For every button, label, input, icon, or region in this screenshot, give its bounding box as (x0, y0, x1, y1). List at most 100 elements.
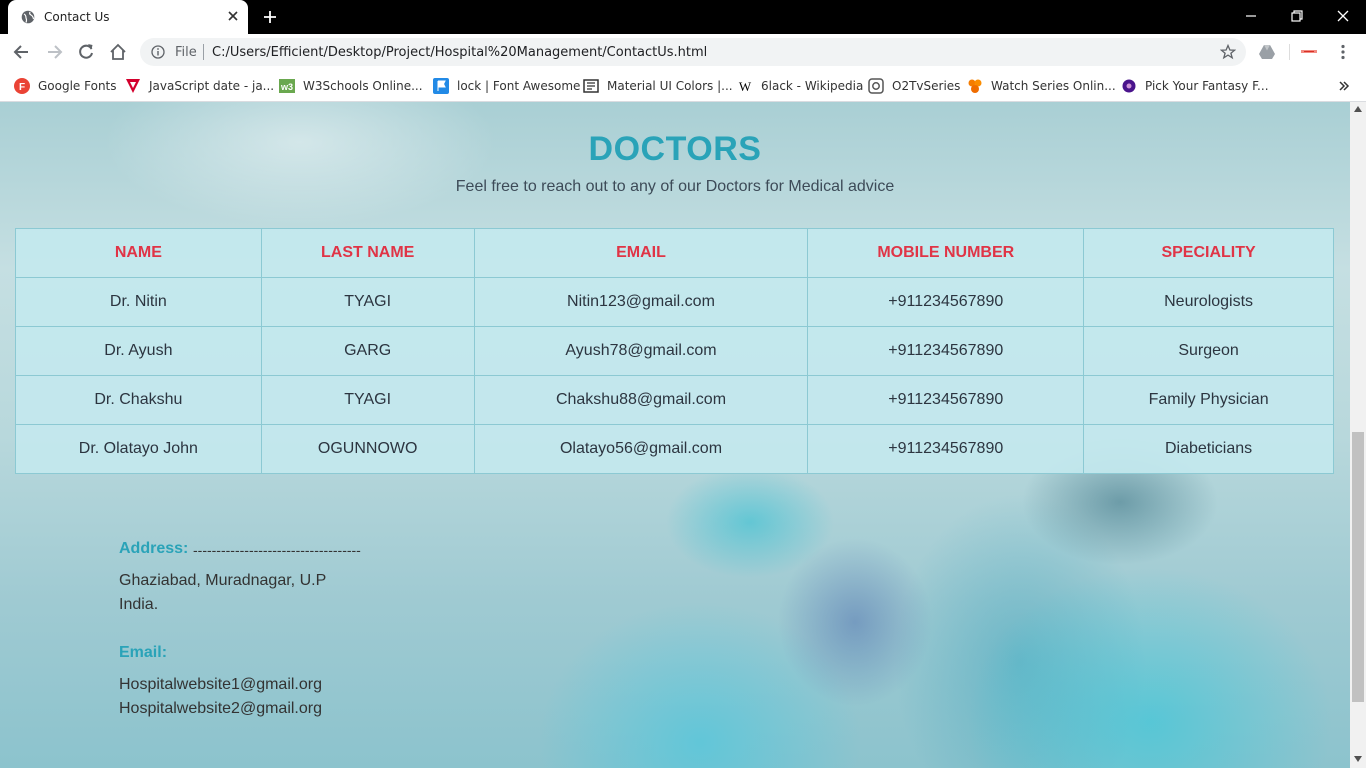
cell-name: Dr. Ayush (15, 326, 262, 376)
page-viewport: DOCTORS Feel free to reach out to any of… (0, 102, 1350, 768)
bookmark-label: O2TvSeries (892, 79, 961, 93)
cell-last-name: TYAGI (260, 375, 475, 425)
bookmark-google-fonts[interactable]: F Google Fonts (14, 76, 117, 96)
bookmark-star-icon[interactable] (1220, 44, 1236, 60)
column-header-mobile-number: MOBILE NUMBER (807, 228, 1085, 278)
cell-email: Olatayo56@gmail.com (473, 424, 809, 474)
email-address: Hospitalwebsite1@gmail.org (119, 676, 322, 693)
menu-icon[interactable] (1334, 43, 1352, 61)
cell-name: Dr. Chakshu (15, 375, 262, 425)
cell-email: Ayush78@gmail.com (473, 326, 809, 376)
browser-toolbar: File C:/Users/Efficient/Desktop/Project/… (0, 34, 1366, 70)
svg-text:W: W (739, 79, 752, 94)
address-line: Ghaziabad, Muradnagar, U.P (119, 572, 327, 589)
table-header-row: NAME LAST NAME EMAIL MOBILE NUMBER SPECI… (15, 228, 1334, 278)
bookmark-wikipedia[interactable]: W 6lack - Wikipedia (737, 76, 864, 96)
column-header-name: NAME (15, 228, 262, 278)
google-fonts-icon: F (14, 78, 30, 94)
bookmark-w3schools[interactable]: w3 W3Schools Online... (279, 76, 423, 96)
cell-speciality: Surgeon (1083, 326, 1334, 376)
scrollbar-thumb[interactable] (1352, 432, 1364, 702)
bookmark-pick-your-fantasy[interactable]: Pick Your Fantasy F... (1121, 76, 1269, 96)
email-address: Hospitalwebsite2@gmail.org (119, 700, 322, 717)
table-row: Dr. Ayush GARG Ayush78@gmail.com +911234… (15, 326, 1334, 376)
column-header-speciality: SPECIALITY (1083, 228, 1334, 278)
scroll-down-arrow-icon[interactable] (1354, 756, 1362, 762)
cell-mobile-number: +911234567890 (807, 424, 1085, 474)
restore-icon[interactable] (1286, 6, 1308, 26)
home-icon[interactable] (108, 42, 128, 62)
toolbar-separator (1289, 44, 1290, 60)
cell-last-name: GARG (260, 326, 475, 376)
bookmark-label: 6lack - Wikipedia (761, 79, 864, 93)
new-tab-icon[interactable] (262, 9, 278, 25)
watch-series-icon (968, 79, 982, 93)
table-row: Dr. Chakshu TYAGI Chakshu88@gmail.com +9… (15, 375, 1334, 425)
cell-mobile-number: +911234567890 (807, 277, 1085, 327)
address-bar[interactable]: File C:/Users/Efficient/Desktop/Project/… (140, 38, 1246, 66)
bookmark-label: Material UI Colors |... (607, 79, 733, 93)
info-icon[interactable] (151, 45, 165, 59)
cell-name: Dr. Olatayo John (15, 424, 262, 474)
svg-text:w3: w3 (280, 82, 293, 92)
page-subtitle: Feel free to reach out to any of our Doc… (455, 178, 895, 195)
cell-mobile-number: +911234567890 (807, 326, 1085, 376)
w3schools-icon: w3 (279, 79, 295, 93)
email-label: Email: (119, 644, 168, 661)
reload-icon[interactable] (76, 42, 96, 62)
scroll-up-arrow-icon[interactable] (1354, 106, 1362, 112)
bookmark-material-ui-colors[interactable]: Material UI Colors |... (583, 76, 733, 96)
address-line: India. (119, 596, 159, 613)
doctors-table: NAME LAST NAME EMAIL MOBILE NUMBER SPECI… (15, 228, 1334, 474)
svg-text:F: F (19, 82, 25, 93)
vertical-scrollbar[interactable] (1350, 102, 1366, 768)
bookmark-label: JavaScript date - ja... (149, 79, 275, 93)
cell-email: Nitin123@gmail.com (473, 277, 809, 327)
column-header-last-name: LAST NAME (260, 228, 475, 278)
bookmark-label: Pick Your Fantasy F... (1145, 79, 1269, 93)
cell-email: Chakshu88@gmail.com (473, 375, 809, 425)
globe-icon (21, 10, 35, 24)
google-drive-icon[interactable] (1258, 43, 1276, 61)
table-row: Dr. Nitin TYAGI Nitin123@gmail.com +9112… (15, 277, 1334, 327)
url-scheme-label: File (175, 45, 197, 60)
o2tvseries-icon (868, 78, 884, 94)
address-label: Address: (119, 540, 189, 557)
cell-speciality: Neurologists (1083, 277, 1334, 327)
cell-last-name: TYAGI (260, 277, 475, 327)
material-ui-icon (583, 79, 599, 93)
javascript-icon (126, 79, 140, 93)
page-title: DOCTORS (588, 130, 762, 168)
bookmark-label: Google Fonts (38, 79, 117, 93)
extension-icon[interactable] (1300, 43, 1318, 61)
bookmark-font-awesome[interactable]: lock | Font Awesome (433, 76, 580, 96)
bookmark-label: W3Schools Online... (303, 79, 423, 93)
cell-name: Dr. Nitin (15, 277, 262, 327)
tab-title: Contact Us (44, 10, 110, 24)
close-tab-icon[interactable] (226, 9, 240, 23)
bookmarks-bar: F Google Fonts JavaScript date - ja... w… (0, 70, 1366, 102)
chevron-right-double-icon[interactable] (1338, 80, 1350, 92)
minimize-icon[interactable] (1240, 6, 1262, 26)
url-text[interactable]: C:/Users/Efficient/Desktop/Project/Hospi… (212, 45, 707, 60)
browser-title-bar: Contact Us (0, 0, 1366, 34)
cell-mobile-number: +911234567890 (807, 375, 1085, 425)
back-icon[interactable] (12, 42, 32, 62)
font-awesome-icon (433, 78, 449, 94)
wikipedia-icon: W (739, 79, 752, 94)
cell-speciality: Family Physician (1083, 375, 1334, 425)
bookmark-javascript-date[interactable]: JavaScript date - ja... (125, 76, 274, 96)
bookmark-label: Watch Series Onlin... (991, 79, 1116, 93)
address-divider: ------------------------------------ (193, 542, 361, 558)
table-row: Dr. Olatayo John OGUNNOWO Olatayo56@gmai… (15, 424, 1334, 474)
url-separator (203, 44, 204, 60)
close-window-icon[interactable] (1332, 6, 1354, 26)
bookmark-label: lock | Font Awesome (457, 79, 581, 93)
bookmark-watch-series[interactable]: Watch Series Onlin... (967, 76, 1116, 96)
column-header-email: EMAIL (473, 228, 809, 278)
fantasy-icon (1122, 79, 1136, 93)
forward-icon[interactable] (44, 42, 64, 62)
browser-tab[interactable]: Contact Us (8, 0, 248, 34)
cell-last-name: OGUNNOWO (260, 424, 475, 474)
bookmark-o2tvseries[interactable]: O2TvSeries (868, 76, 960, 96)
